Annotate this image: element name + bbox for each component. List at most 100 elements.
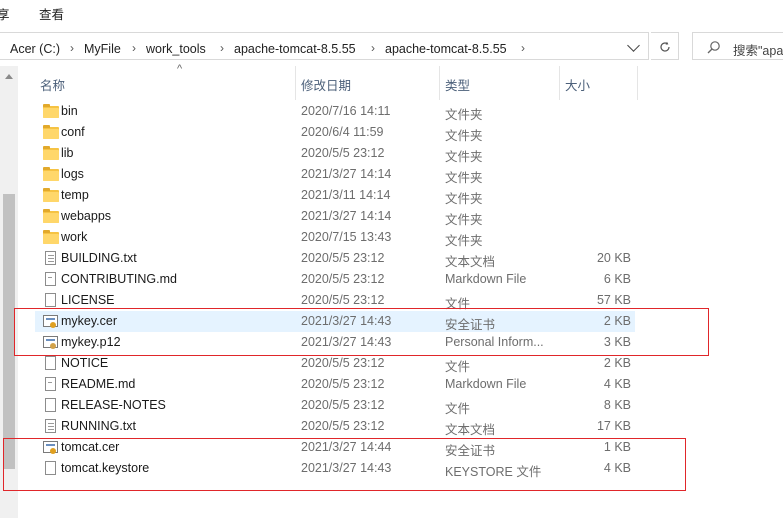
file-type: 文件 bbox=[445, 402, 471, 416]
column-date-modified[interactable]: 修改日期 bbox=[301, 75, 351, 94]
file-row[interactable]: LICENSE 2020/5/5 23:12 文件 57 KB bbox=[35, 290, 635, 311]
file-size: 8 KB bbox=[603, 398, 631, 412]
file-row[interactable]: BUILDING.txt 2020/5/5 23:12 文本文档 20 KB bbox=[35, 248, 635, 269]
text-file-icon bbox=[43, 419, 59, 434]
breadcrumb-myfile[interactable]: MyFile bbox=[84, 42, 121, 56]
file-name: RELEASE-NOTES bbox=[61, 398, 166, 412]
file-name: temp bbox=[61, 188, 89, 202]
breadcrumb-tomcat-current[interactable]: apache-tomcat-8.5.55 bbox=[385, 42, 507, 56]
vertical-scrollbar[interactable] bbox=[0, 66, 18, 518]
file-row[interactable]: lib 2020/5/5 23:12 文件夹 bbox=[35, 143, 635, 164]
file-row[interactable]: CONTRIBUTING.md 2020/5/5 23:12 Markdown Fi… bbox=[35, 269, 635, 290]
file-row[interactable]: work 2020/7/15 13:43 文件夹 bbox=[35, 227, 635, 248]
address-history-chevron-down-icon[interactable] bbox=[627, 39, 640, 52]
file-type: 文件夹 bbox=[445, 234, 483, 248]
file-date-modified: 2021/3/27 14:43 bbox=[301, 335, 392, 349]
file-date-modified: 2020/5/5 23:12 bbox=[301, 419, 385, 433]
file-icon bbox=[43, 356, 59, 371]
file-type: 文件夹 bbox=[445, 129, 483, 143]
file-row[interactable]: tomcat.cer 2021/3/27 14:44 安全证书 1 KB bbox=[35, 437, 635, 458]
refresh-button[interactable] bbox=[651, 32, 679, 60]
file-type: 文件夹 bbox=[445, 213, 483, 227]
file-name: NOTICE bbox=[61, 356, 109, 370]
column-name[interactable]: 名称 bbox=[40, 75, 65, 94]
file-type: 文件夹 bbox=[445, 171, 483, 185]
file-date-modified: 2020/5/5 23:12 bbox=[301, 377, 385, 391]
folder-icon bbox=[43, 104, 59, 119]
scrollbar-thumb[interactable] bbox=[3, 194, 15, 469]
breadcrumb-separator-icon[interactable]: › bbox=[371, 41, 375, 55]
file-row[interactable]: README.md 2020/5/5 23:12 Markdown File 4 KB bbox=[35, 374, 635, 395]
breadcrumb-separator-icon[interactable]: › bbox=[521, 41, 525, 55]
file-type: 文件夹 bbox=[445, 150, 483, 164]
file-name: tomcat.keystore bbox=[61, 461, 150, 475]
folder-icon bbox=[43, 209, 59, 224]
file-row[interactable]: conf 2020/6/4 11:59 文件夹 bbox=[35, 122, 635, 143]
search-placeholder: 搜索"apa bbox=[733, 44, 783, 58]
menu-view[interactable]: 查看 bbox=[39, 4, 64, 23]
scroll-up-arrow-icon[interactable] bbox=[5, 74, 13, 79]
file-type: Personal Inform... bbox=[445, 335, 544, 349]
file-name: RUNNING.txt bbox=[61, 419, 136, 433]
folder-icon bbox=[43, 167, 59, 182]
file-date-modified: 2021/3/27 14:43 bbox=[301, 461, 392, 475]
file-row[interactable]: tomcat.keystore 2021/3/27 14:43 KEYSTORE 文… bbox=[35, 458, 635, 479]
file-name: BUILDING.txt bbox=[61, 251, 137, 265]
text-file-icon bbox=[43, 251, 59, 266]
breadcrumb-work-tools[interactable]: work_tools bbox=[146, 42, 206, 56]
file-row[interactable]: temp 2021/3/11 14:14 文件夹 bbox=[35, 185, 635, 206]
breadcrumb-separator-icon[interactable]: › bbox=[220, 41, 224, 55]
column-divider[interactable] bbox=[295, 66, 296, 100]
file-name: conf bbox=[61, 125, 85, 139]
file-row[interactable]: webapps 2021/3/27 14:14 文件夹 bbox=[35, 206, 635, 227]
file-type: KEYSTORE 文件 bbox=[445, 465, 542, 479]
file-type: 文件夹 bbox=[445, 108, 483, 122]
file-date-modified: 2020/6/4 11:59 bbox=[301, 125, 384, 139]
file-type: 文本文档 bbox=[445, 255, 496, 269]
menu-share[interactable]: 享 bbox=[0, 4, 10, 23]
file-row[interactable]: logs 2021/3/27 14:14 文件夹 bbox=[35, 164, 635, 185]
file-name: lib bbox=[61, 146, 74, 160]
file-name: logs bbox=[61, 167, 84, 181]
file-type: 文件 bbox=[445, 360, 471, 374]
file-type: 文件夹 bbox=[445, 192, 483, 206]
file-row[interactable]: NOTICE 2020/5/5 23:12 文件 2 KB bbox=[35, 353, 635, 374]
column-divider[interactable] bbox=[559, 66, 560, 100]
file-row[interactable]: bin 2020/7/16 14:11 文件夹 bbox=[35, 101, 635, 122]
breadcrumb-tomcat-parent[interactable]: apache-tomcat-8.5.55 bbox=[234, 42, 356, 56]
column-divider[interactable] bbox=[637, 66, 638, 100]
file-date-modified: 2020/5/5 23:12 bbox=[301, 272, 385, 286]
file-size: 20 KB bbox=[596, 251, 631, 265]
file-date-modified: 2021/3/11 14:14 bbox=[301, 188, 391, 202]
folder-icon bbox=[43, 230, 59, 245]
file-size: 2 KB bbox=[603, 356, 631, 370]
file-row[interactable]: mykey.p12 2021/3/27 14:43 Personal Inform.… bbox=[35, 332, 635, 353]
file-icon bbox=[43, 461, 59, 476]
search-input[interactable]: 搜索"apa bbox=[692, 32, 783, 60]
menu-bar: 享 查看 bbox=[0, 0, 783, 24]
folder-icon bbox=[43, 125, 59, 140]
file-row[interactable]: RUNNING.txt 2020/5/5 23:12 文本文档 17 KB bbox=[35, 416, 635, 437]
column-type[interactable]: 类型 bbox=[445, 75, 470, 94]
file-name: work bbox=[61, 230, 88, 244]
file-date-modified: 2020/7/15 13:43 bbox=[301, 230, 392, 244]
file-name: mykey.cer bbox=[61, 314, 118, 328]
file-date-modified: 2020/5/5 23:12 bbox=[301, 293, 385, 307]
file-date-modified: 2020/5/5 23:12 bbox=[301, 251, 385, 265]
column-header-row: ^ 名称 修改日期 类型 大小 bbox=[18, 63, 783, 100]
column-divider[interactable] bbox=[439, 66, 440, 100]
sort-ascending-caret-icon: ^ bbox=[177, 63, 183, 75]
file-size: 4 KB bbox=[603, 377, 631, 391]
breadcrumb-drive[interactable]: Acer (C:) bbox=[10, 42, 60, 56]
file-row[interactable]: RELEASE-NOTES 2020/5/5 23:12 文件 8 KB bbox=[35, 395, 635, 416]
breadcrumb-separator-icon[interactable]: › bbox=[132, 41, 136, 55]
search-icon bbox=[707, 41, 720, 54]
breadcrumb-separator-icon[interactable]: › bbox=[70, 41, 74, 55]
file-date-modified: 2020/5/5 23:12 bbox=[301, 146, 385, 160]
file-size: 2 KB bbox=[603, 314, 631, 328]
file-type: Markdown File bbox=[445, 377, 527, 391]
file-row[interactable]: mykey.cer 2021/3/27 14:43 安全证书 2 KB bbox=[35, 311, 635, 332]
column-size[interactable]: 大小 bbox=[565, 75, 590, 94]
file-date-modified: 2020/5/5 23:12 bbox=[301, 398, 385, 412]
address-bar[interactable]: Acer (C:) › MyFile › work_tools › apache… bbox=[0, 32, 649, 60]
